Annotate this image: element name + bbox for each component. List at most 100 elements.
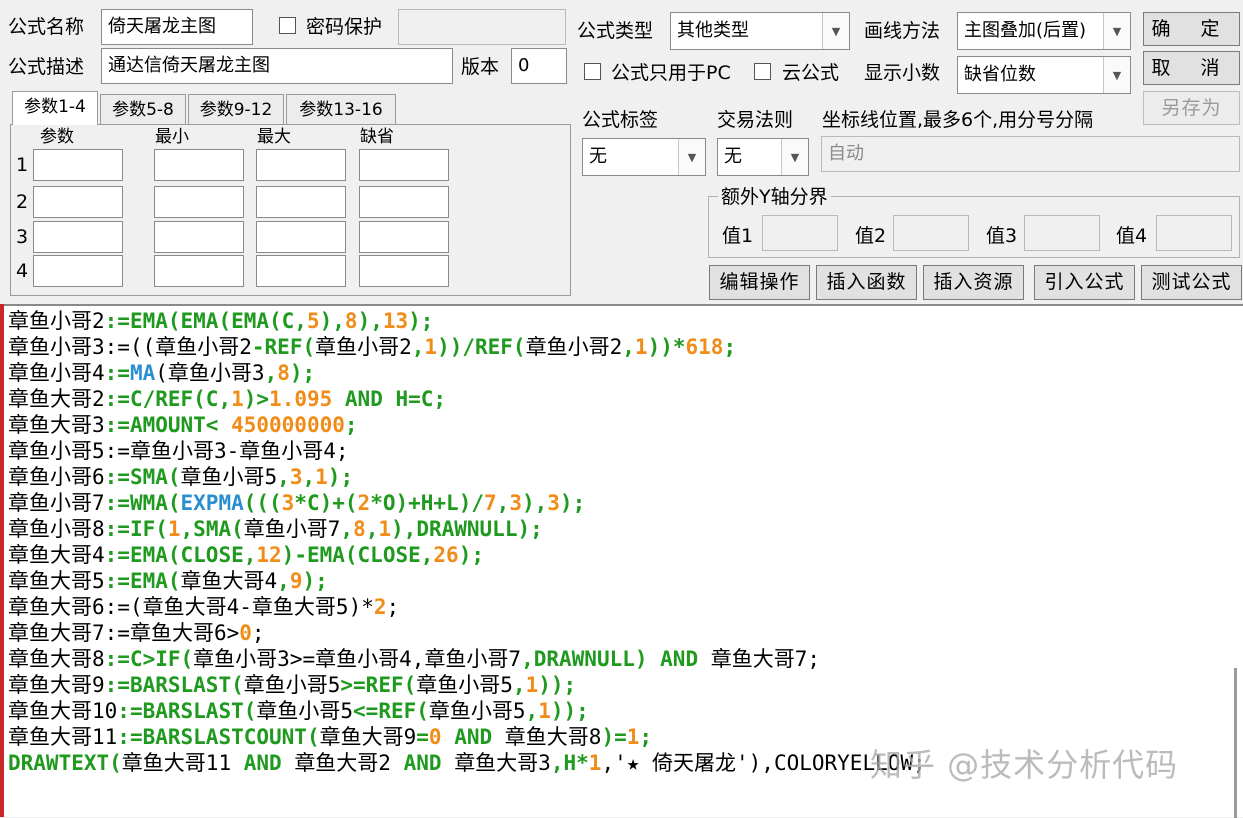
formula-name-label: 公式名称: [8, 16, 85, 38]
formula-tag-select[interactable]: 无 ▼: [582, 138, 706, 176]
cloud-formula-checkbox[interactable]: [754, 63, 771, 80]
tab-params-5-8[interactable]: 参数5-8: [100, 94, 186, 124]
ok-button[interactable]: 确 定: [1143, 12, 1240, 46]
value2-input[interactable]: [893, 215, 969, 251]
param-name-input[interactable]: [33, 186, 123, 218]
insert-resource-button[interactable]: 插入资源: [923, 265, 1024, 300]
value4-label: 值4: [1116, 225, 1148, 247]
param-default-input[interactable]: [359, 221, 449, 253]
code-token: ,SMA(: [180, 517, 244, 541]
code-token: ,: [496, 491, 510, 515]
code-line: 章鱼大哥5:=EMA(章鱼大哥4,9);: [8, 568, 328, 594]
code-token: -REF(: [251, 335, 316, 359]
editor-scrollbar-thumb[interactable]: [1234, 668, 1237, 818]
chevron-down-icon[interactable]: ▼: [1103, 13, 1130, 49]
code-token: ),: [357, 309, 383, 333]
code-token: ;: [723, 335, 737, 359]
code-identifier: ;: [251, 621, 265, 645]
cloud-formula-label: 云公式: [782, 62, 840, 84]
formula-tag-value: 无: [589, 146, 607, 167]
code-token: ,: [277, 465, 290, 489]
code-token: AND: [231, 751, 295, 775]
tab-params-9-12[interactable]: 参数9-12: [188, 94, 284, 124]
code-identifier: 章鱼小哥5: [8, 439, 105, 463]
code-number: 13: [382, 309, 409, 333]
code-token: :=C/REF(C,: [104, 387, 232, 411]
edit-operation-button[interactable]: 编辑操作: [709, 265, 810, 300]
code-identifier: 章鱼小哥2: [525, 335, 623, 359]
code-token: :=WMA(: [104, 491, 181, 515]
value3-input[interactable]: [1024, 215, 1100, 251]
param-header-min: 最小: [155, 127, 189, 147]
chevron-down-icon[interactable]: ▼: [822, 13, 849, 49]
param-name-input[interactable]: [33, 221, 123, 253]
param-max-input[interactable]: [256, 186, 346, 218]
editor-scrollbar[interactable]: [1223, 306, 1243, 817]
tab-params-1-4[interactable]: 参数1-4: [12, 91, 98, 125]
code-token: :=C>IF(: [104, 647, 194, 671]
param-name-input[interactable]: [33, 255, 123, 287]
code-token: ,: [277, 569, 290, 593]
param-default-input[interactable]: [359, 149, 449, 181]
code-number: 5: [306, 309, 320, 333]
param-min-input[interactable]: [154, 221, 244, 253]
code-line: 章鱼大哥4:=EMA(CLOSE,12)-EMA(CLOSE,26);: [8, 542, 484, 568]
chevron-down-icon[interactable]: ▼: [678, 139, 705, 175]
param-min-input[interactable]: [154, 149, 244, 181]
insert-function-button[interactable]: 插入函数: [816, 265, 917, 300]
code-identifier: 章鱼小哥4: [315, 647, 412, 671]
test-formula-button[interactable]: 测试公式: [1141, 265, 1242, 300]
param-default-input[interactable]: [359, 255, 449, 287]
version-input[interactable]: 0: [511, 48, 567, 84]
save-as-button[interactable]: 另存为: [1143, 91, 1240, 125]
param-default-input[interactable]: [359, 186, 449, 218]
value1-input[interactable]: [762, 215, 838, 251]
value3-label: 值3: [986, 225, 1018, 247]
code-number: 8: [277, 361, 290, 385]
code-token: :=SMA(: [104, 465, 181, 489]
code-number: 1: [538, 699, 551, 723]
code-token: );: [559, 491, 586, 515]
code-identifier: -: [226, 439, 240, 463]
draw-method-select[interactable]: 主图叠加(后置) ▼: [957, 12, 1131, 50]
code-line: 章鱼小哥6:=SMA(章鱼小哥5,3,1);: [8, 464, 353, 490]
axis-position-input[interactable]: 自动: [821, 136, 1240, 172]
code-token: AND: [390, 751, 455, 775]
password-input[interactable]: [398, 9, 566, 45]
password-checkbox[interactable]: [279, 17, 296, 34]
formula-desc-input[interactable]: 通达信倚天屠龙主图: [101, 48, 453, 84]
chevron-down-icon[interactable]: ▼: [1103, 57, 1130, 93]
code-identifier: 章鱼大哥7: [8, 621, 105, 645]
code-identifier: 章鱼大哥2: [294, 751, 391, 775]
code-identifier: :=(: [104, 595, 143, 619]
param-name-input[interactable]: [33, 149, 123, 181]
code-line: 章鱼大哥11:=BARSLASTCOUNT(章鱼大哥9=0 AND 章鱼大哥8)…: [8, 724, 652, 750]
formula-type-select[interactable]: 其他类型 ▼: [670, 12, 850, 50]
code-identifier: 章鱼小哥5: [416, 673, 513, 697]
param-min-input[interactable]: [154, 255, 244, 287]
value4-input[interactable]: [1156, 215, 1232, 251]
code-number: 1: [634, 335, 648, 359]
code-identifier: 章鱼小哥7: [424, 647, 522, 671]
trade-rule-select[interactable]: 无 ▼: [717, 138, 809, 176]
param-max-input[interactable]: [256, 221, 346, 253]
chevron-down-icon[interactable]: ▼: [781, 139, 808, 175]
cancel-button[interactable]: 取 消: [1143, 51, 1240, 85]
formula-name-input[interactable]: 倚天屠龙主图: [101, 9, 253, 45]
tab-params-13-16[interactable]: 参数13-16: [286, 94, 396, 124]
code-line: 章鱼大哥9:=BARSLAST(章鱼小哥5>=REF(章鱼小哥5,1));: [8, 672, 576, 698]
import-formula-button[interactable]: 引入公式: [1034, 265, 1135, 300]
value1-label: 值1: [722, 225, 754, 247]
code-token: ));: [550, 699, 589, 723]
param-min-input[interactable]: [154, 186, 244, 218]
code-token: <=REF(: [353, 699, 429, 723]
code-token: ));: [538, 673, 577, 697]
code-identifier: 章鱼大哥2: [8, 387, 105, 411]
pc-only-checkbox[interactable]: [584, 63, 601, 80]
decimal-select[interactable]: 缺省位数 ▼: [957, 56, 1131, 94]
decimal-value: 缺省位数: [964, 64, 1036, 85]
code-token: ,: [264, 361, 278, 385]
param-max-input[interactable]: [256, 149, 346, 181]
code-identifier: 章鱼小哥5: [243, 673, 341, 697]
param-max-input[interactable]: [256, 255, 346, 287]
